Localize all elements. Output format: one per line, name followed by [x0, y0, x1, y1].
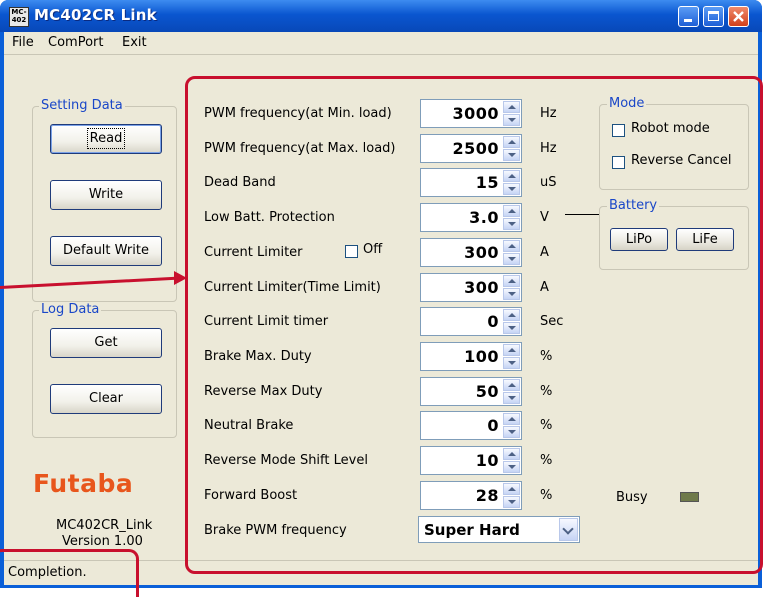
get-button[interactable]: Get	[50, 328, 162, 358]
app-name: MC402CR_Link	[56, 518, 153, 533]
menu-file[interactable]: File	[12, 35, 34, 50]
minimize-icon	[684, 19, 692, 22]
read-label: Read	[86, 128, 126, 149]
read-button[interactable]: Read	[50, 124, 162, 154]
menu-bar: File ComPort Exit	[4, 32, 758, 55]
settings-highlight-box	[185, 76, 763, 574]
menu-exit[interactable]: Exit	[122, 35, 147, 50]
menu-comport[interactable]: ComPort	[48, 35, 103, 50]
clear-button[interactable]: Clear	[50, 384, 162, 414]
window-title: MC402CR Link	[34, 6, 157, 24]
futaba-logo: Futaba	[33, 469, 134, 498]
maximize-button[interactable]	[703, 6, 724, 27]
app-icon: MC- 402	[9, 7, 29, 27]
write-button[interactable]: Write	[50, 180, 162, 210]
log-data-legend: Log Data	[39, 302, 102, 317]
setting-data-legend: Setting Data	[39, 98, 125, 113]
close-button[interactable]	[728, 6, 749, 27]
annotation-arrow-head	[174, 271, 187, 285]
title-bar[interactable]: MC- 402 MC402CR Link	[0, 0, 762, 32]
close-icon	[733, 11, 744, 22]
maximize-icon	[708, 11, 719, 21]
minimize-button[interactable]	[678, 6, 699, 27]
status-highlight-box	[0, 549, 139, 597]
app-icon-top: MC-	[11, 8, 27, 16]
app-version: Version 1.00	[62, 534, 143, 549]
default-write-button[interactable]: Default Write	[50, 236, 162, 266]
app-icon-bottom: 402	[11, 16, 27, 24]
